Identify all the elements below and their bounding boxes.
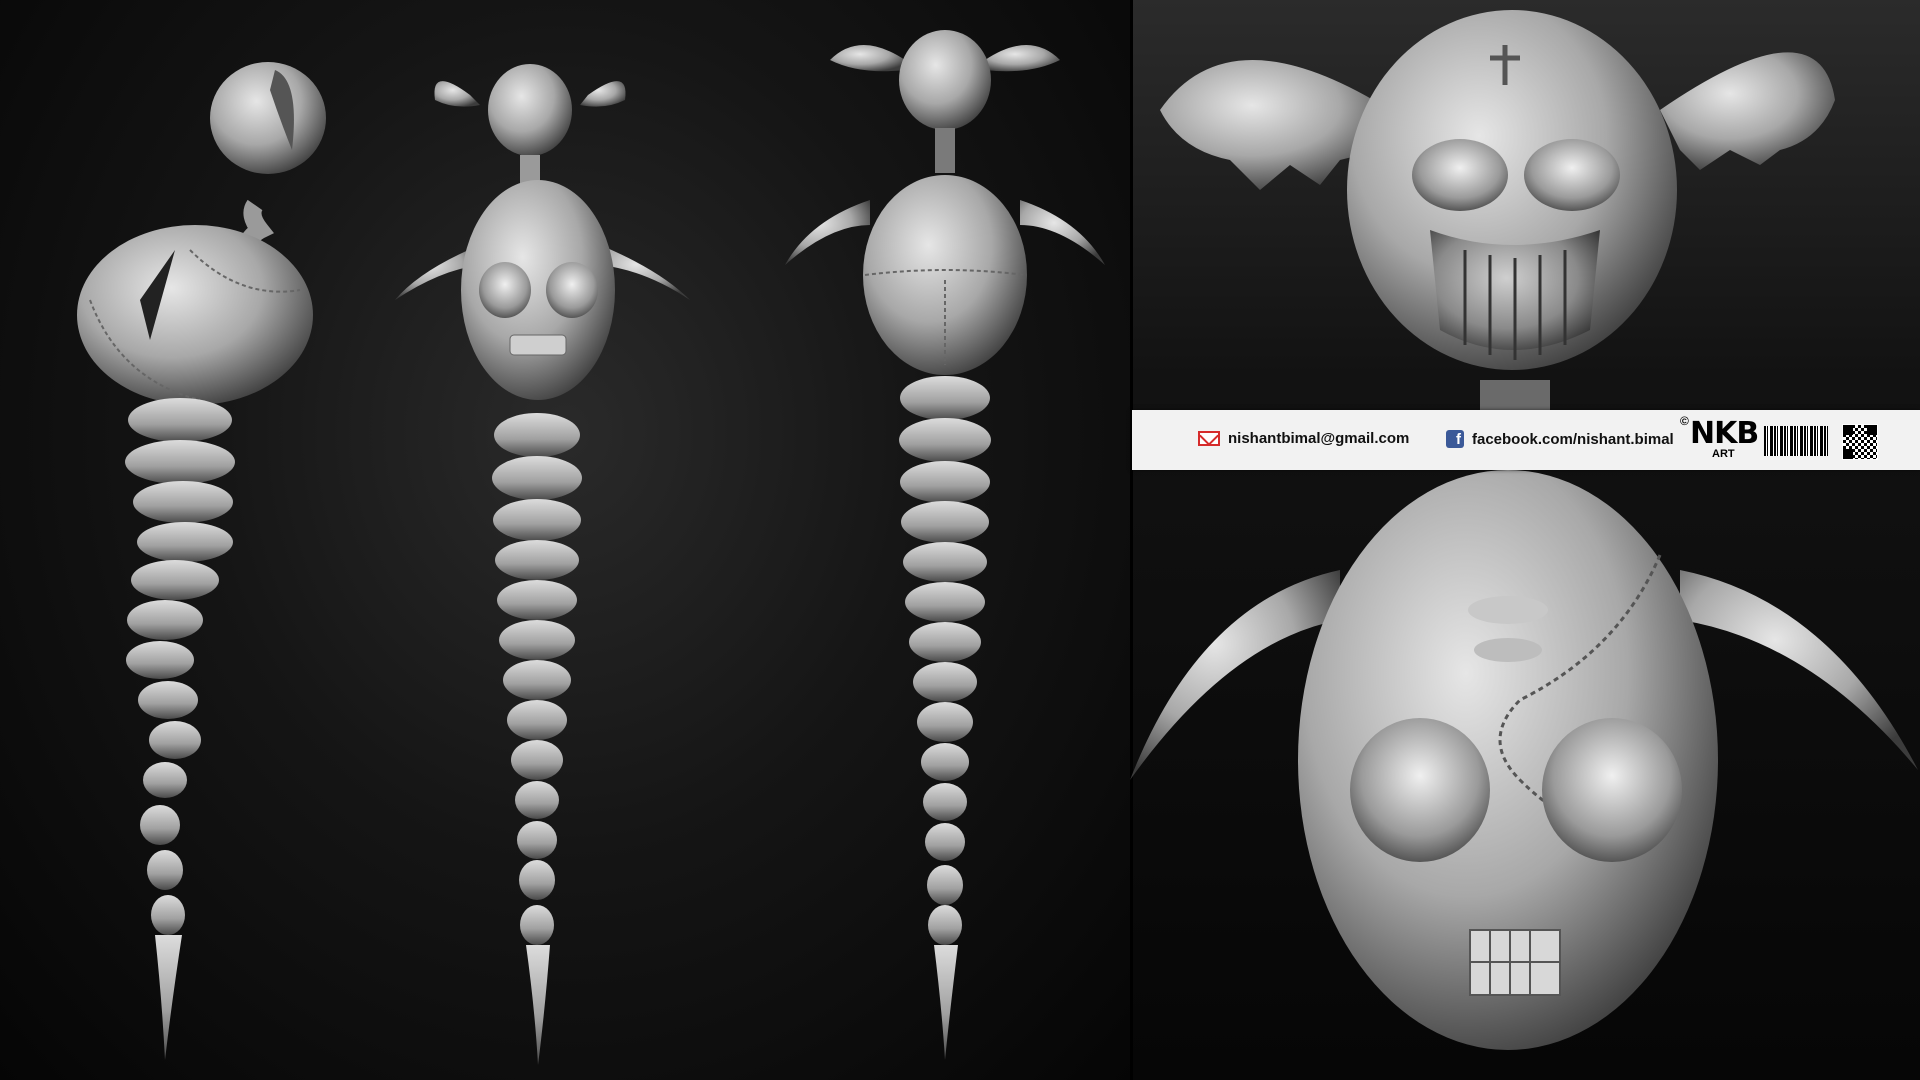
closeup-torso (1130, 470, 1918, 1050)
contact-banner: nishantbimal@gmail.com f facebook.com/ni… (1132, 410, 1920, 470)
figure-back-view (785, 30, 1105, 1060)
barcode-graphic (1764, 426, 1828, 456)
figure-front-view (395, 64, 690, 1065)
figure-side-view (77, 62, 326, 1060)
mail-icon (1198, 431, 1220, 446)
logo-sub: ART (1712, 448, 1735, 460)
facebook-text: facebook.com/nishant.bimal (1472, 430, 1674, 448)
facebook-contact[interactable]: f facebook.com/nishant.bimal (1446, 430, 1674, 448)
logo-mark: NKB (1690, 416, 1759, 451)
render-sheet: nishantbimal@gmail.com f facebook.com/ni… (0, 0, 1920, 1080)
sculpt-renders (77, 10, 1918, 1065)
closeup-head (1160, 10, 1835, 410)
copyright-symbol: © (1680, 414, 1689, 428)
email-text: nishantbimal@gmail.com (1228, 430, 1410, 447)
email-contact[interactable]: nishantbimal@gmail.com (1198, 430, 1409, 447)
nkb-art-logo: © NKB ART (1680, 414, 1759, 466)
qr-code-graphic (1842, 424, 1878, 460)
facebook-icon: f (1446, 430, 1464, 448)
